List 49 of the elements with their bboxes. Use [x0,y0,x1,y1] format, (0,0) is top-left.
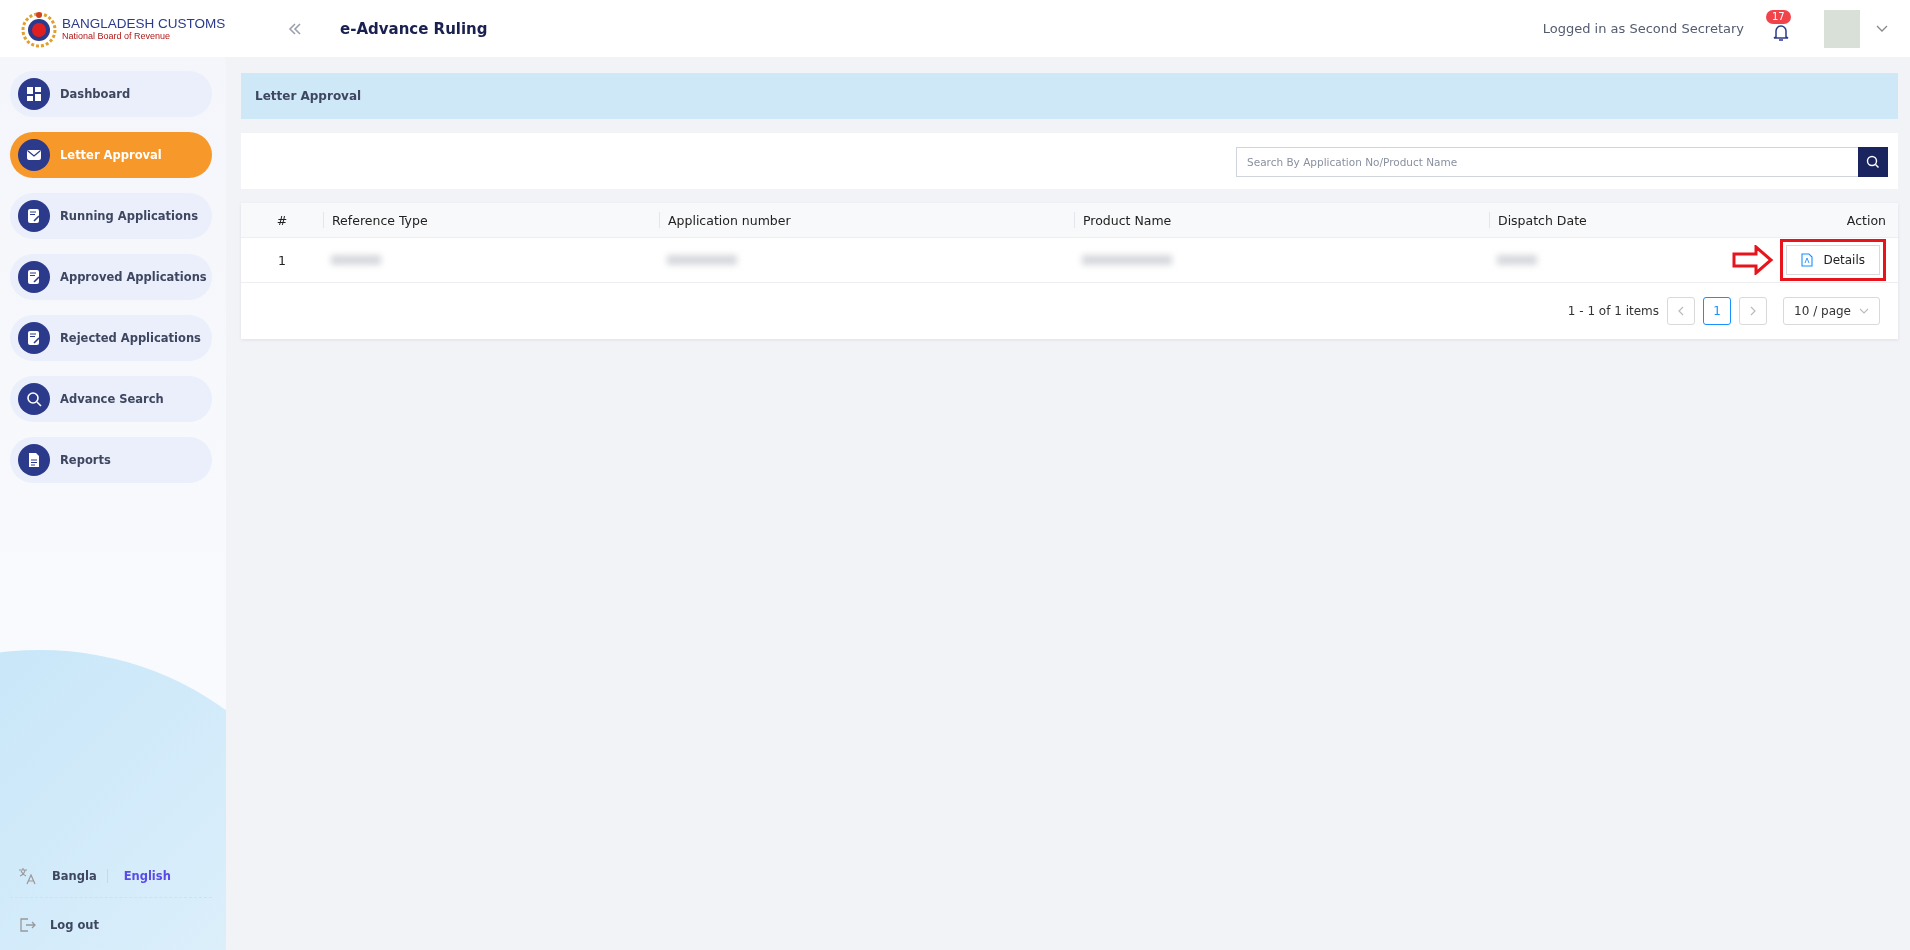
sidebar-item[interactable]: Advance Search [10,376,212,422]
chevron-down-icon[interactable] [1876,24,1888,33]
search-field[interactable]: Search By Application No/Product Name [1236,147,1858,177]
language-option[interactable]: Bangla [46,869,97,883]
search-icon [1866,155,1880,169]
sidebar-item[interactable]: Reports [10,437,212,483]
sidebar-item[interactable]: Approved Applications [10,254,212,300]
column-header: Application number [659,212,1074,228]
column-header: Product Name [1074,212,1489,228]
pagination-summary: 1 - 1 of 1 items [1567,304,1660,318]
document-icon [1801,253,1814,267]
page-size-select[interactable]: 10 / page [1783,297,1880,325]
blurred-text [1497,255,1537,265]
brand-subtitle: National Board of Revenue [62,31,172,41]
grid-icon [18,78,50,110]
app-title: e-Advance Ruling [340,19,488,38]
brand-title: BANGLADESH CUSTOMS [62,16,226,31]
chevron-down-icon [1859,308,1869,314]
logout-button[interactable]: Log out [0,910,118,940]
avatar-placeholder[interactable] [1824,9,1860,48]
emblem-icon [20,9,58,48]
column-header: Action [1845,212,1887,228]
notification-badge: 17 [1766,9,1791,24]
details-button[interactable]: Details [1786,245,1880,275]
translate-icon [18,867,36,885]
search-button[interactable] [1858,147,1888,177]
language-option[interactable]: English [117,869,171,883]
next-page-button[interactable] [1739,297,1768,325]
logged-in-text: Logged in as Second Secretary [1542,21,1744,36]
chevron-left-icon [1677,306,1686,316]
chevron-right-icon [1749,306,1758,316]
column-header: # [275,212,289,228]
previous-page-button[interactable] [1667,297,1696,325]
logout-icon [18,916,36,934]
sidebar-item[interactable]: Rejected Applications [10,315,212,361]
envelope-icon [18,139,50,171]
document-pen-icon [18,322,50,354]
document-pen-icon [18,200,50,232]
page-title: Letter Approval [255,89,362,103]
column-header: Reference Type [323,212,659,228]
search-icon [18,383,50,415]
sidebar-item[interactable]: Running Applications [10,193,212,239]
blurred-text [667,255,737,265]
table-cell-text: 1 [277,252,287,268]
column-header: Dispatch Date [1489,212,1709,228]
sidebar-item[interactable]: Dashboard [10,71,212,117]
document-pen-icon [18,261,50,293]
blurred-text [331,255,381,265]
document-icon [18,444,50,476]
